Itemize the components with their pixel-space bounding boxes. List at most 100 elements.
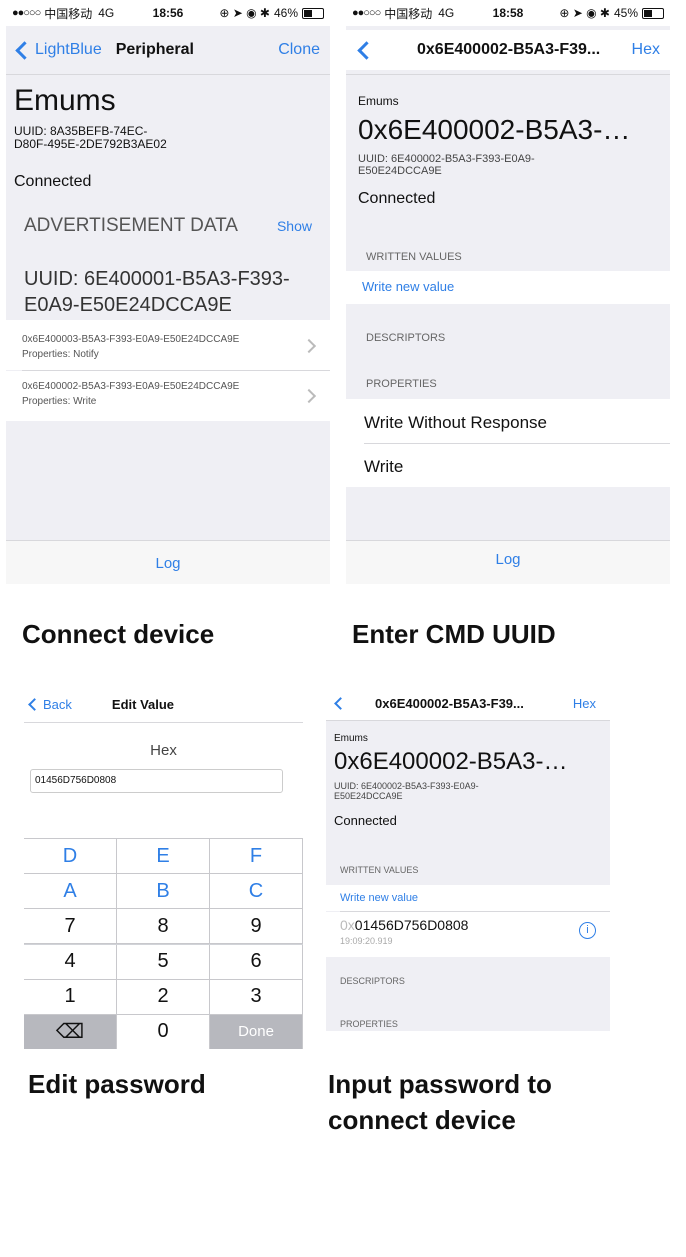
caption-input-password: Input password to connect device (328, 1069, 552, 1135)
back-button[interactable]: LightBlue (14, 40, 102, 60)
characteristic-uuid-title: 0x6E400002-B5A3-… (358, 114, 631, 145)
char-uuid: 0x6E400003-B5A3-F393-E0A9-E50E24DCCA9E (22, 334, 240, 345)
nav-bar: LightBlue Peripheral Clone (6, 30, 330, 70)
page-title: 0x6E400002-B5A3-F39... (375, 695, 524, 711)
log-bar: Log (346, 541, 670, 584)
key-9[interactable]: 9 (210, 909, 303, 945)
key-2[interactable]: 2 (117, 979, 210, 1015)
battery-icon (642, 7, 664, 19)
property-row: Write Without Response Write (346, 399, 670, 487)
property-write: Write (364, 457, 404, 476)
clock: 18:58 (492, 6, 524, 20)
key-E[interactable]: E (117, 839, 210, 875)
peripheral-name: Emums (14, 84, 116, 117)
key-0[interactable]: 0 (117, 1014, 210, 1049)
char-uuid: 0x6E400002-B5A3-F393-E0A9-E50E24DCCA9E (22, 381, 240, 392)
written-values-header: WRITTEN VALUES (366, 251, 462, 263)
connection-status: Connected (358, 190, 436, 207)
caption-connect-device: Connect device (22, 619, 215, 649)
screen-characteristic: ●●○○○ 中国移动 4G 18:58 ⊕ ➤ ◉ ✱ 45% 0x6E4000… (346, 0, 670, 584)
key-C[interactable]: C (210, 874, 303, 910)
char-props: Properties: Notify (22, 349, 99, 360)
written-value-text: 01456D756D0808 (354, 917, 469, 933)
nav-bar: Back Edit Value (24, 686, 303, 722)
chevron-left-icon (28, 697, 41, 711)
written-value: 0x01456D756D0808 (340, 917, 468, 933)
write-new-value-label: Write new value (340, 892, 419, 904)
char-props: Properties: Write (22, 396, 97, 407)
key-3[interactable]: 3 (210, 979, 303, 1015)
key-B[interactable]: B (117, 874, 210, 910)
back-button[interactable] (357, 40, 376, 60)
descriptors-header: DESCRIPTORS (340, 976, 405, 986)
done-key[interactable]: Done (210, 1014, 303, 1049)
caption-enter-cmd-uuid: Enter CMD UUID (352, 619, 556, 649)
descriptors-header: DESCRIPTORS (366, 332, 446, 344)
page-title: Peripheral (115, 41, 194, 58)
hex-label: Hex (150, 742, 177, 759)
properties-list: Write Without ResponseWrite (326, 1031, 610, 1034)
key-6[interactable]: 6 (210, 944, 303, 980)
status-bar: ●●○○○ 中国移动 4G 18:56 ⊕ ➤ ◉ ✱ 46% (6, 0, 330, 26)
hex-prefix: 0x (340, 917, 355, 933)
screen-peripheral: ●●○○○ 中国移动 4G 18:56 ⊕ ➤ ◉ ✱ 46% LightBlu… (6, 0, 330, 584)
written-value-row[interactable]: 0x01456D756D0808 19:09:20.919 i (326, 912, 610, 957)
characteristic-uuid: UUID: 6E400002-B5A3-F393-E0A9- E50E24DCC… (358, 153, 535, 177)
chevron-right-icon (301, 388, 317, 404)
clone-button[interactable]: Clone (278, 41, 320, 59)
chevron-left-icon (15, 40, 34, 60)
connection-status: Connected (334, 813, 397, 828)
peripheral-uuid: UUID: 8A35BEFB-74EC- D80F-495E-2DE792B3A… (14, 124, 167, 151)
property-write-without-response: Write Without Response (364, 413, 547, 432)
hex-keypad: D E F A B C 7 8 9 4 5 6 1 2 3 ⌫ 0 Done (24, 838, 303, 1049)
peripheral-name: Emums (358, 94, 399, 108)
hex-value-text: 01456D756D0808 (35, 775, 117, 786)
service-uuid: UUID: 6E400001-B5A3-F393- E0A9-E50E24DCC… (24, 268, 290, 316)
back-button[interactable]: Back (28, 697, 72, 712)
properties-header: PROPERTIES (366, 378, 437, 390)
key-7[interactable]: 7 (24, 909, 117, 945)
written-values-header: WRITTEN VALUES (340, 865, 419, 875)
screen-characteristic-written: 0x6E400002-B5A3-F39... Hex Emums 0x6E400… (326, 686, 610, 1034)
write-new-value-row[interactable]: Write new value (326, 885, 610, 911)
page-title: 0x6E400002-B5A3-F39... (417, 41, 601, 58)
key-8[interactable]: 8 (117, 909, 210, 945)
log-bar: Log (6, 541, 330, 584)
list-item[interactable]: 0x6E400003-B5A3-F393-E0A9-E50E24DCCA9E P… (6, 320, 330, 370)
advertisement-header: ADVERTISEMENT DATA (24, 215, 238, 236)
peripheral-name: Emums (334, 733, 368, 744)
list-item[interactable]: 0x6E400002-B5A3-F393-E0A9-E50E24DCCA9E P… (6, 371, 330, 421)
key-D[interactable]: D (24, 839, 117, 875)
battery-icon (302, 7, 324, 19)
write-new-value-row[interactable]: Write new value (346, 271, 670, 304)
page-title: Edit Value (111, 696, 175, 712)
status-bar: ●●○○○ 中国移动 4G 18:58 ⊕ ➤ ◉ ✱ 45% (346, 0, 670, 26)
key-A[interactable]: A (24, 874, 117, 910)
key-F[interactable]: F (210, 839, 303, 875)
characteristic-uuid: UUID: 6E400002-B5A3-F393-E0A9- E50E24DCC… (334, 781, 479, 801)
key-1[interactable]: 1 (24, 979, 117, 1015)
show-button[interactable]: Show (277, 218, 312, 234)
info-glyph: i (586, 924, 589, 936)
chevron-right-icon (301, 338, 317, 354)
key-4[interactable]: 4 (24, 944, 117, 980)
clock: 18:56 (152, 6, 184, 20)
hex-toggle[interactable]: Hex (632, 41, 660, 59)
properties-header: PROPERTIES (340, 1019, 398, 1029)
log-button[interactable]: Log (6, 555, 330, 572)
screen-edit-value: Back Edit Value Hex 01456D756D0808 DEFAB… (24, 686, 303, 1049)
log-button[interactable]: Log (346, 551, 670, 568)
write-new-value-label: Write new value (362, 279, 455, 294)
backspace-key[interactable]: ⌫ (24, 1014, 117, 1049)
info-icon[interactable]: i (579, 922, 596, 939)
back-button[interactable] (334, 696, 347, 710)
write-timestamp: 19:09:20.919 (340, 936, 393, 946)
hex-toggle[interactable]: Hex (573, 696, 596, 711)
caption-edit-password: Edit password (28, 1069, 206, 1099)
key-5[interactable]: 5 (117, 944, 210, 980)
characteristic-uuid-title: 0x6E400002-B5A3-… (334, 748, 568, 775)
hex-value-input[interactable]: 01456D756D0808 (30, 769, 283, 793)
connection-status: Connected (14, 173, 92, 190)
nav-bar: 0x6E400002-B5A3-F39... Hex (346, 30, 670, 70)
nav-bar: 0x6E400002-B5A3-F39... Hex (326, 686, 610, 720)
